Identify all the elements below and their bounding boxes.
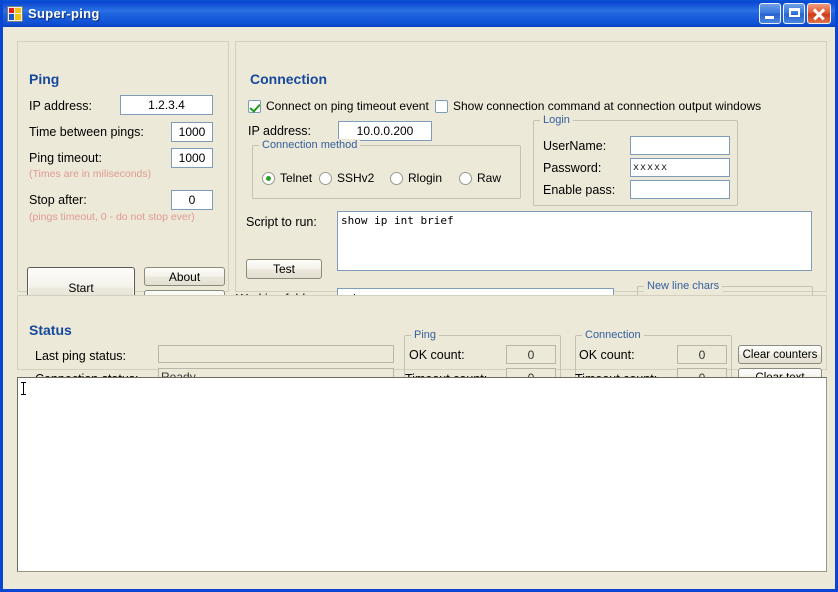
connect-on-ping-timeout-checkbox[interactable] xyxy=(248,100,261,113)
method-radio-raw[interactable] xyxy=(459,172,472,185)
connection-method-group-title: Connection method xyxy=(259,139,361,151)
method-label-sshv2: SSHv2 xyxy=(337,171,375,185)
ping-timeout-label: Ping timeout: xyxy=(29,151,102,165)
ping-ip-input[interactable]: 1.2.3.4 xyxy=(120,95,213,115)
connection-ok-count-label: OK count: xyxy=(579,348,635,362)
client-area: Ping IP address: 1.2.3.4 Time between pi… xyxy=(3,27,835,589)
last-ping-status-value xyxy=(158,345,394,363)
method-label-rlogin: Rlogin xyxy=(408,171,443,185)
title-bar[interactable]: Super-ping xyxy=(3,0,835,27)
password-input[interactable]: xxxxx xyxy=(630,158,730,177)
ping-panel-title: Ping xyxy=(25,71,64,87)
script-to-run-label: Script to run: xyxy=(246,215,317,229)
test-button[interactable]: Test xyxy=(246,259,322,279)
about-button[interactable]: About xyxy=(144,267,225,286)
maximize-icon xyxy=(789,8,800,17)
method-label-telnet: Telnet xyxy=(280,171,313,185)
method-label-raw: Raw xyxy=(477,171,502,185)
enable-pass-input[interactable] xyxy=(630,180,730,199)
last-ping-status-label: Last ping status: xyxy=(35,349,127,363)
application-window: Super-ping Ping IP address: 1.2.3.4 Time… xyxy=(0,0,838,592)
time-between-pings-input[interactable]: 1000 xyxy=(171,122,213,142)
stop-after-hint: (pings timeout, 0 - do not stop ever) xyxy=(29,211,195,223)
ping-counters-group-title: Ping xyxy=(411,329,440,341)
maximize-button[interactable] xyxy=(783,3,805,24)
time-between-pings-label: Time between pings: xyxy=(29,125,144,139)
window-controls xyxy=(759,3,833,24)
minimize-button[interactable] xyxy=(759,3,781,24)
stop-after-label: Stop after: xyxy=(29,193,87,207)
times-units-hint: (Times are in miliseconds) xyxy=(29,168,152,180)
script-to-run-textarea[interactable]: show ip int brief xyxy=(337,211,812,271)
connection-panel-title: Connection xyxy=(246,71,331,87)
login-group-title: Login xyxy=(540,114,573,126)
minimize-icon xyxy=(765,16,774,19)
app-tiles-icon xyxy=(7,5,23,22)
connection-ok-count-value: 0 xyxy=(677,345,727,364)
ping-ok-count-label: OK count: xyxy=(409,348,465,362)
method-radio-sshv2[interactable] xyxy=(319,172,332,185)
password-masked-value: xxxxx xyxy=(633,162,669,173)
ping-ip-label: IP address: xyxy=(29,99,93,113)
new-line-chars-group-title: New line chars xyxy=(644,280,723,292)
ping-ok-count-value: 0 xyxy=(506,345,556,364)
clear-counters-button[interactable]: Clear counters xyxy=(738,345,822,364)
connection-counters-group-title: Connection xyxy=(582,329,644,341)
connect-on-ping-timeout-label: Connect on ping timeout event xyxy=(266,99,429,113)
output-console[interactable] xyxy=(17,377,827,572)
username-input[interactable] xyxy=(630,136,730,155)
enable-pass-label: Enable pass: xyxy=(543,183,616,197)
username-label: UserName: xyxy=(543,139,607,153)
text-caret-icon xyxy=(21,382,26,395)
stop-after-input[interactable]: 0 xyxy=(171,190,213,210)
show-connection-command-checkbox[interactable] xyxy=(435,100,448,113)
connection-ip-label: IP address: xyxy=(248,124,312,138)
method-radio-telnet[interactable] xyxy=(262,172,275,185)
close-button[interactable] xyxy=(807,3,831,24)
window-title: Super-ping xyxy=(28,6,100,21)
show-connection-command-label: Show connection command at connection ou… xyxy=(453,99,762,113)
ping-timeout-input[interactable]: 1000 xyxy=(171,148,213,168)
status-panel-title: Status xyxy=(25,322,76,338)
password-label: Password: xyxy=(543,161,602,175)
method-radio-rlogin[interactable] xyxy=(390,172,403,185)
connection-ip-input[interactable]: 10.0.0.200 xyxy=(338,121,432,141)
